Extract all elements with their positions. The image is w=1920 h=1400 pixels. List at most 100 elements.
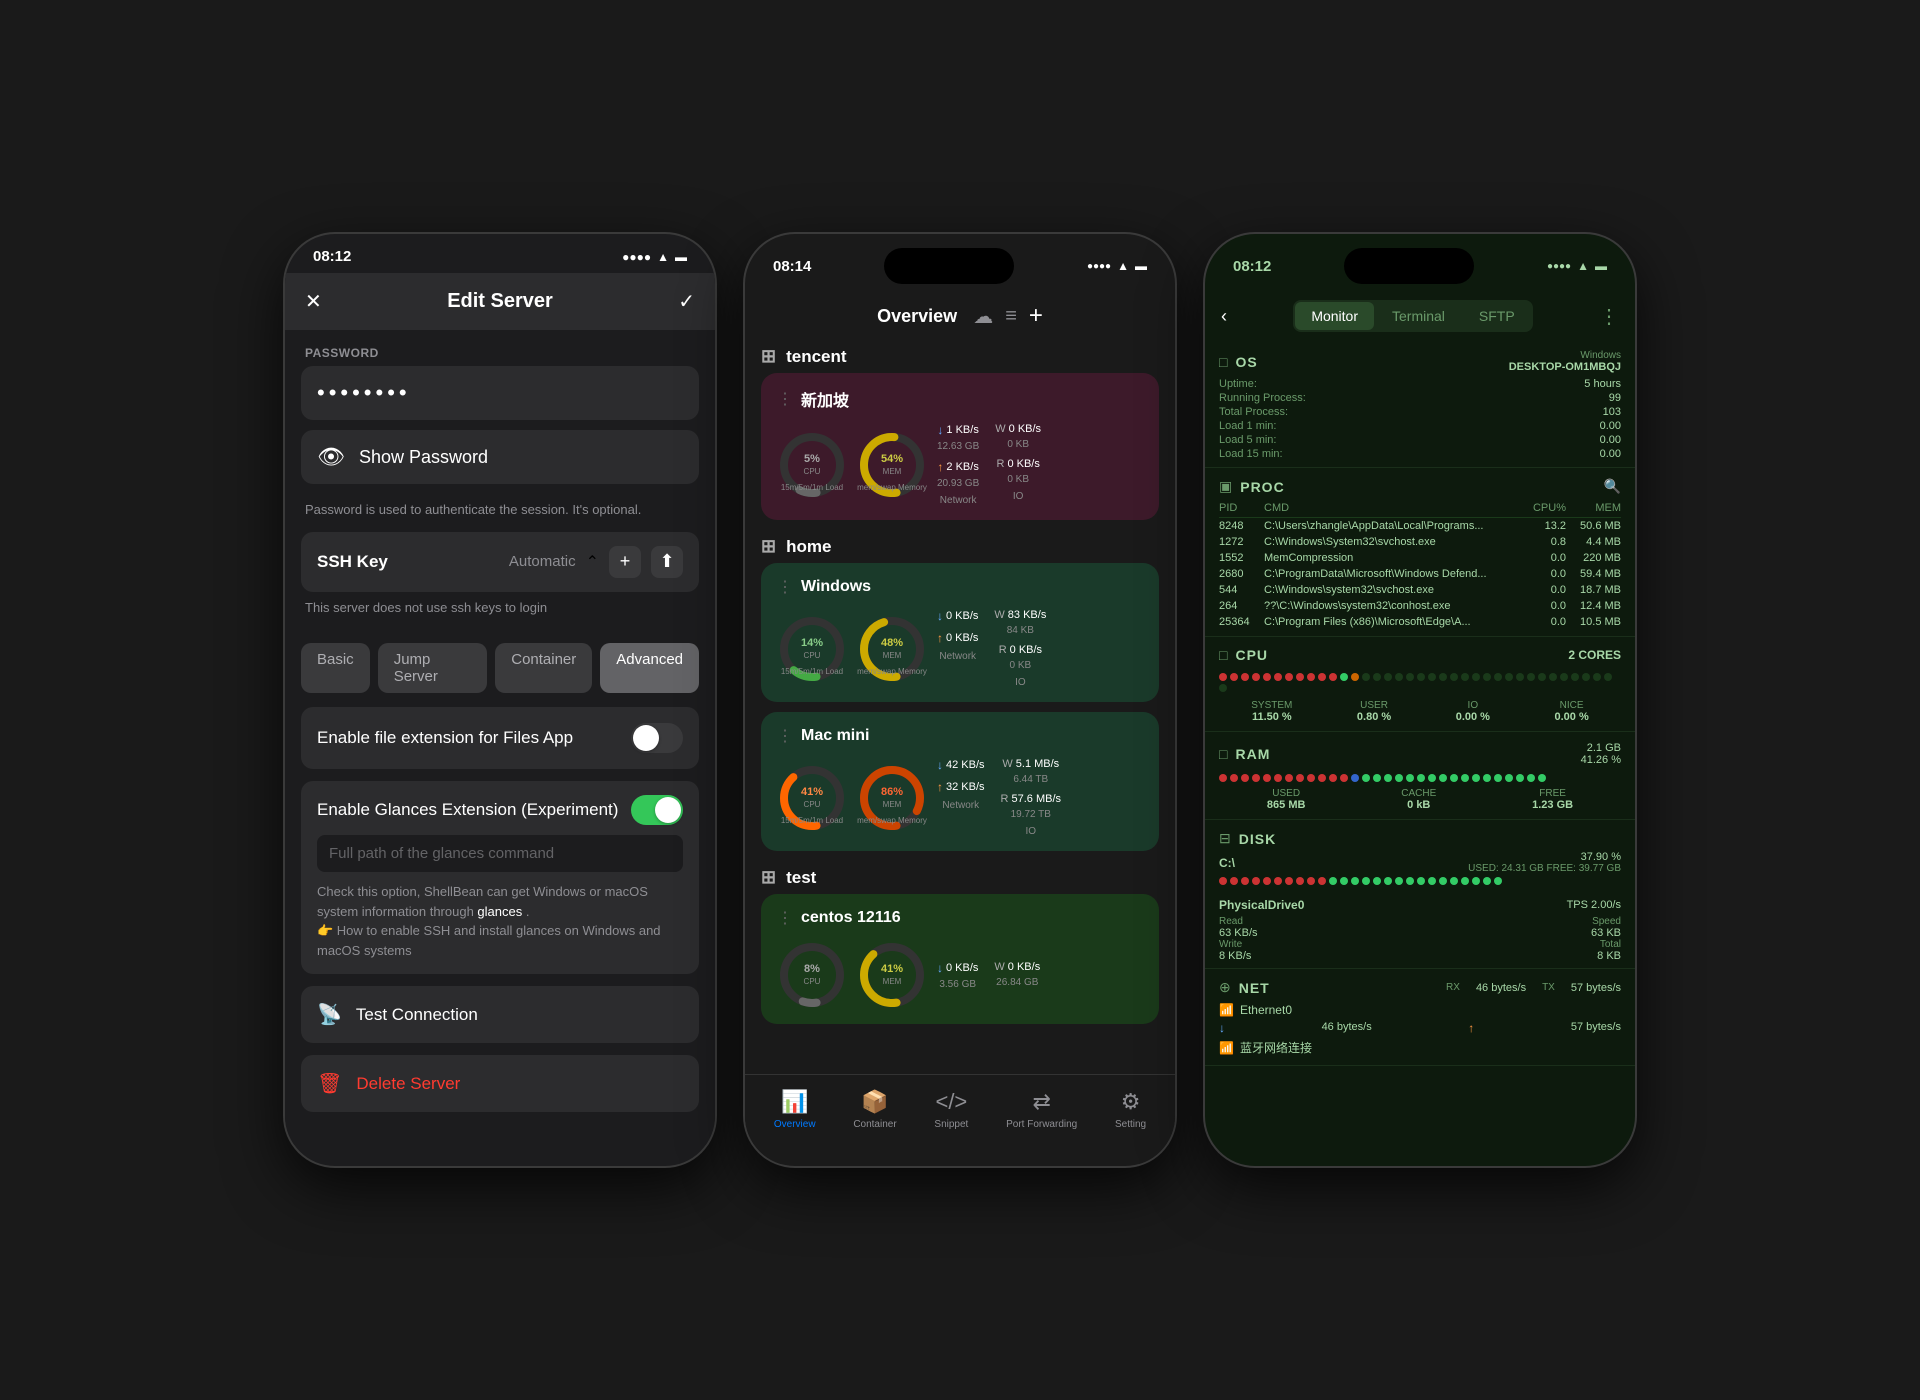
disk-dot — [1263, 877, 1271, 885]
drive-read-total-col: Speed 63 KB — [1591, 916, 1621, 939]
cpu-dot — [1296, 673, 1304, 681]
user-label: USER — [1360, 700, 1388, 711]
cpu-dot — [1461, 673, 1469, 681]
close-button[interactable]: ✕ — [305, 289, 322, 314]
status-bar-1: 08:12 ●●●● ▲ ▬ — [285, 234, 715, 273]
time-2: 08:14 — [773, 258, 811, 275]
password-field[interactable]: •••••••• — [301, 366, 699, 420]
svg-text:MEM: MEM — [883, 800, 902, 809]
eth-down-val: 46 bytes/s — [1322, 1021, 1372, 1035]
server-card-xinjiapo[interactable]: ⋮ 新加坡 5% CPU 15m/5m/1m Load — [761, 373, 1159, 520]
nav-overview[interactable]: 📊 Overview — [774, 1089, 816, 1130]
load5-label: Load 5 min: — [1219, 434, 1276, 446]
server-name-mac: Mac mini — [801, 727, 869, 745]
save-button[interactable]: ✓ — [678, 289, 695, 314]
nav-container[interactable]: 📦 Container — [853, 1089, 896, 1130]
tab-advanced[interactable]: Advanced — [600, 643, 699, 693]
nav-snippet[interactable]: </> Snippet — [934, 1089, 968, 1130]
delete-server-row[interactable]: 🗑 Delete Server — [301, 1055, 699, 1112]
signal-icon: ●●●● — [622, 250, 651, 264]
memory-label-xinjiapo: mem/swap Memory — [857, 483, 927, 492]
ram-icon: □ — [1219, 746, 1227, 762]
load5-value: 0.00 — [1600, 434, 1621, 446]
svg-text:CPU: CPU — [804, 800, 821, 809]
tab-terminal[interactable]: Terminal — [1376, 302, 1461, 330]
disk-title: DISK — [1239, 831, 1276, 847]
rx-value: 46 bytes/s — [1476, 982, 1526, 994]
server-card-centos[interactable]: ⋮ centos 12116 8% CPU — [761, 894, 1159, 1024]
ssh-add-button[interactable]: + — [609, 546, 641, 578]
disk-dot — [1241, 877, 1249, 885]
tab-basic[interactable]: Basic — [301, 643, 370, 693]
list-icon[interactable]: ≡ — [1005, 305, 1017, 328]
io-label: IO — [1468, 700, 1479, 711]
nav-setting[interactable]: ⚙ Setting — [1115, 1089, 1146, 1130]
more-button[interactable]: ⋮ — [1599, 304, 1619, 329]
signal-icon-3: ●●●● — [1547, 261, 1571, 272]
status-bar-3: 08:12 ●●●● ▲ ▬ — [1205, 234, 1635, 292]
stats-mac: ↓ 42 KB/s ↑ 32 KB/s Network — [937, 758, 1143, 837]
cpu-section: □ CPU 2 CORES — [1205, 637, 1635, 732]
svg-text:CPU: CPU — [804, 467, 821, 476]
cpu-dot — [1494, 673, 1502, 681]
memory-label-mac: mem/swap Memory — [857, 816, 927, 825]
disk-path-row: C:\ 37.90 % USED: 24.31 GB FREE: 39.77 G… — [1219, 851, 1621, 874]
ram-dot — [1362, 774, 1370, 782]
os-total-row: Total Process: 103 — [1219, 405, 1621, 419]
phone-overview: 08:14 ●●●● ▲ ▬ Overview ☁ ≡ + ⊞ — [745, 234, 1175, 1166]
ram-dot — [1340, 774, 1348, 782]
bt-icon: 📶 — [1219, 1041, 1234, 1055]
disk-dot — [1329, 877, 1337, 885]
tab-monitor[interactable]: Monitor — [1295, 302, 1374, 330]
proc-row-2: 1552 MemCompression 0.0 220 MB — [1219, 550, 1621, 566]
ssh-upload-button[interactable]: ⬆ — [651, 546, 683, 578]
proc-search-button[interactable]: 🔍 — [1604, 478, 1621, 495]
load1-label: Load 1 min: — [1219, 420, 1276, 432]
glances-command-input[interactable]: Full path of the glances command — [317, 835, 683, 872]
disk-dot — [1252, 877, 1260, 885]
net-section: ⊕ NET RX 46 bytes/s TX 57 bytes/s 📶 Ethe… — [1205, 969, 1635, 1066]
write-total: 8 KB — [1597, 950, 1621, 962]
svg-text:CPU: CPU — [804, 651, 821, 660]
cpu-dot — [1604, 673, 1612, 681]
server-name-windows: Windows — [801, 578, 871, 596]
ram-dot — [1461, 774, 1469, 782]
io-val: 0.00 % — [1456, 711, 1490, 723]
used-val: 865 MB — [1267, 799, 1306, 811]
total-proc-label: Total Process: — [1219, 406, 1288, 418]
phone-edit-server: 08:12 ●●●● ▲ ▬ ✕ Edit Server ✓ PASSWORD … — [285, 234, 715, 1166]
status-icons-3: ●●●● ▲ ▬ — [1547, 259, 1607, 273]
read-label: Read — [1219, 916, 1258, 927]
cpu-dot — [1384, 673, 1392, 681]
proc-row-3: 2680 C:\ProgramData\Microsoft\Windows De… — [1219, 566, 1621, 582]
tab-container[interactable]: Container — [495, 643, 592, 693]
cpu-dot — [1439, 673, 1447, 681]
add-server-button[interactable]: + — [1029, 302, 1043, 330]
disk-dots — [1219, 874, 1621, 888]
os-section: □ OS Windows DESKTOP-OM1MBQJ Uptime: 5 h… — [1205, 340, 1635, 468]
nav-port-forwarding[interactable]: ⇄ Port Forwarding — [1006, 1089, 1077, 1130]
monitor-scroll: ‹ Monitor Terminal SFTP ⋮ □ OS Windows — [1205, 292, 1635, 1164]
ram-dot — [1450, 774, 1458, 782]
proc-row-5: 264 ??\C:\Windows\system32\conhost.exe 0… — [1219, 598, 1621, 614]
toggle-file-extension[interactable] — [631, 723, 683, 753]
cpu-dot — [1406, 673, 1414, 681]
server-card-mac-mini[interactable]: ⋮ Mac mini 41% CPU 15m/5m/1m Load — [761, 712, 1159, 851]
ram-dot — [1329, 774, 1337, 782]
stack-icon-test: ⊞ — [761, 867, 776, 888]
ssh-key-row: SSH Key Automatic ⌃ + ⬆ — [301, 532, 699, 592]
back-button[interactable]: ‹ — [1221, 306, 1227, 327]
toggle-glances[interactable] — [631, 795, 683, 825]
ram-section: □ RAM 2.1 GB 41.26 % — [1205, 732, 1635, 820]
ram-free-label: FREE 1.23 GB — [1532, 788, 1573, 811]
cloud-icon[interactable]: ☁ — [973, 304, 993, 329]
tab-sftp[interactable]: SFTP — [1463, 302, 1531, 330]
cpu-dot — [1307, 673, 1315, 681]
show-password-row[interactable]: 👁 Show Password — [301, 430, 699, 484]
net-stat-centos: ↓ 0 KB/s 3.56 GB — [937, 961, 978, 990]
tab-jump-server[interactable]: Jump Server — [378, 643, 488, 693]
cpu-dot — [1527, 673, 1535, 681]
test-connection-row[interactable]: 📡 Test Connection — [301, 986, 699, 1043]
ram-dot — [1527, 774, 1535, 782]
server-card-windows[interactable]: ⋮ Windows 14% CPU 15m/5m/1m Load — [761, 563, 1159, 702]
